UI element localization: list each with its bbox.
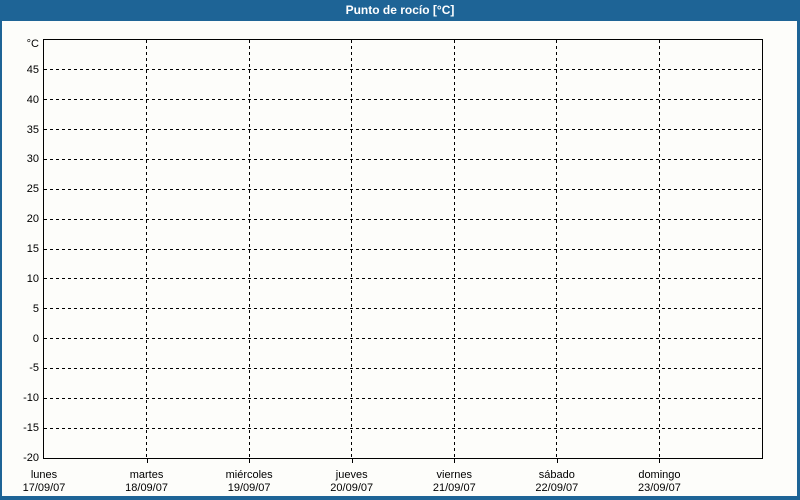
- x-axis-tick: [351, 459, 353, 463]
- x-axis-label: sábado 22/09/07: [535, 469, 578, 494]
- y-tick-label: 5: [32, 302, 39, 315]
- x-gridline: [248, 40, 250, 458]
- x-axis-tick: [659, 459, 661, 463]
- y-tick-label: 30: [26, 153, 39, 166]
- chart-title-bar: Punto de rocío [°C]: [0, 0, 800, 21]
- y-tick-label: -5: [29, 362, 39, 375]
- y-tick-label: 0: [32, 332, 39, 345]
- y-gridline: [44, 218, 762, 220]
- x-axis-date: 19/09/07: [227, 482, 271, 494]
- y-gridline: [44, 278, 762, 280]
- x-axis-day-name: martes: [129, 469, 164, 481]
- y-tick-label: 40: [26, 93, 39, 106]
- x-axis-date: 21/09/07: [432, 482, 476, 494]
- y-tick-label: 35: [26, 123, 39, 136]
- y-gridline: [44, 248, 762, 250]
- y-gridline: [44, 129, 762, 131]
- y-gridline: [44, 367, 762, 369]
- y-gridline: [44, 397, 762, 399]
- y-gridline: [44, 338, 762, 340]
- x-axis-date: 18/09/07: [125, 482, 168, 494]
- x-axis-date: 20/09/07: [330, 482, 374, 494]
- x-axis-date: 23/09/07: [638, 482, 681, 494]
- x-gridline: [658, 40, 660, 458]
- y-tick-label: 15: [26, 243, 39, 255]
- x-axis-tick: [146, 459, 148, 463]
- y-tick-label: 10: [26, 272, 39, 285]
- y-tick-label: -15: [23, 422, 39, 435]
- x-gridline: [453, 40, 455, 458]
- x-axis-day-name: domingo: [638, 469, 681, 481]
- plot-area: [43, 39, 763, 459]
- y-tick-label: 25: [26, 183, 39, 196]
- x-axis-day-name: miércoles: [225, 469, 273, 481]
- x-axis-date: 22/09/07: [535, 482, 579, 494]
- x-axis-day-name: lunes: [30, 469, 58, 481]
- y-tick-label: -20: [23, 452, 39, 464]
- y-gridline: [44, 158, 762, 160]
- x-axis-label: lunes 17/09/07: [23, 469, 66, 494]
- y-gridline: [44, 69, 762, 71]
- x-axis-tick: [249, 459, 251, 463]
- y-axis-unit-label: °C: [26, 38, 39, 50]
- chart-window: Punto de rocío [°C] °C 45 40 35 30 25 20 15 10 5…: [0, 0, 800, 500]
- chart-title: Punto de rocío [°C]: [345, 3, 455, 17]
- x-axis-tick: [556, 459, 558, 463]
- chart-content: °C 45 40 35 30 25 20 15 10 5 0 -5 -10 -15 -20 lunes 17/…: [2, 21, 797, 496]
- x-axis-tick: [454, 459, 456, 463]
- x-axis-label: martes 18/09/07: [125, 469, 168, 494]
- y-tick-label: 45: [26, 63, 39, 76]
- x-axis-label: miércoles 19/09/07: [226, 469, 273, 494]
- x-gridline: [351, 40, 353, 458]
- x-axis-date: 17/09/07: [22, 482, 66, 494]
- x-axis-day-name: jueves: [335, 469, 368, 481]
- x-axis-label: domingo 23/09/07: [638, 469, 681, 494]
- y-gridline: [44, 427, 762, 429]
- x-gridline: [556, 40, 558, 458]
- x-axis-label: viernes 21/09/07: [433, 469, 476, 494]
- x-axis-label: jueves 20/09/07: [330, 469, 373, 494]
- x-axis-day-name: sábado: [538, 469, 575, 481]
- x-gridline: [146, 40, 148, 458]
- y-gridline: [44, 308, 762, 310]
- y-tick-label: 20: [26, 213, 39, 226]
- y-tick-label: -10: [23, 392, 39, 405]
- y-gridline: [44, 99, 762, 101]
- x-axis-day-name: viernes: [436, 469, 473, 481]
- y-gridline: [44, 188, 762, 190]
